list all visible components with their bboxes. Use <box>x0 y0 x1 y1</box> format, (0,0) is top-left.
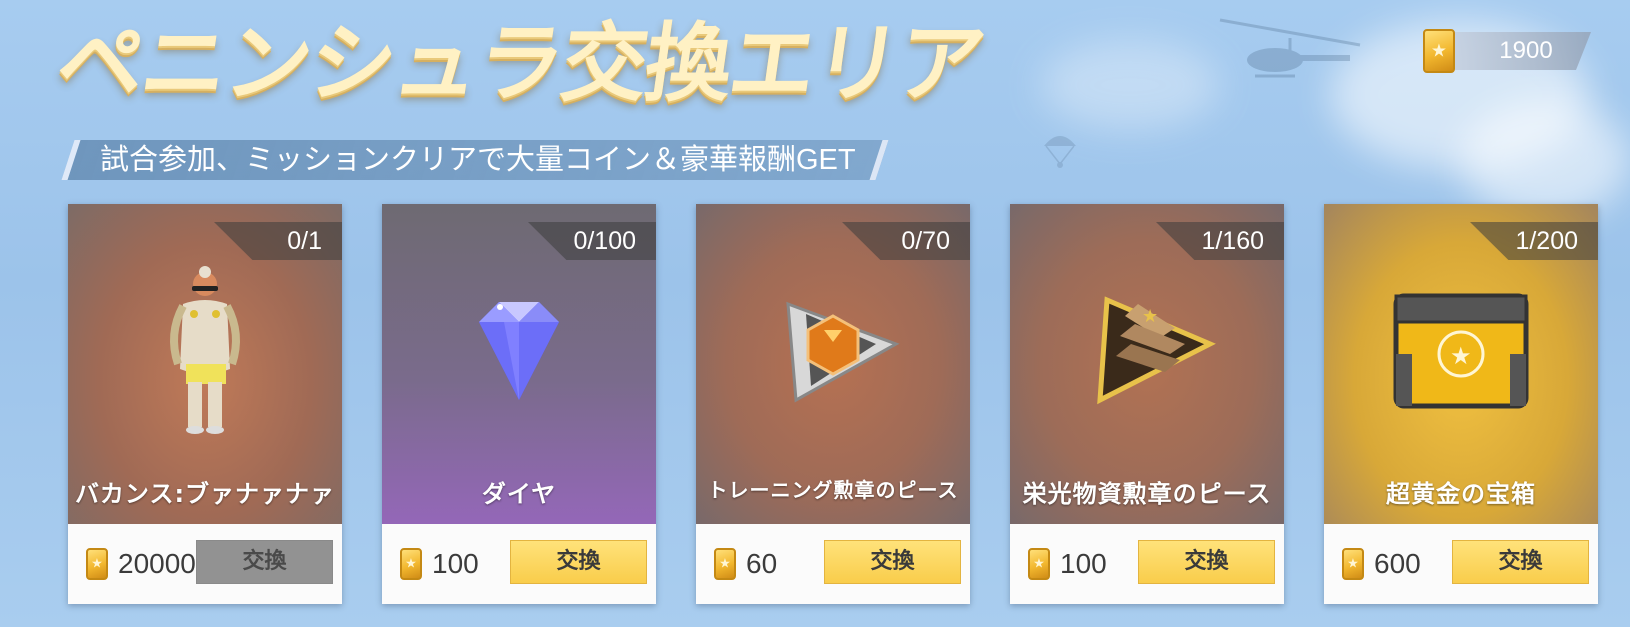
exchange-button[interactable]: 交換 <box>1138 540 1275 584</box>
page-title: ペニンシュラ交換エリア <box>50 14 990 114</box>
subtitle-text: 試合参加、ミッションクリアで大量コイン＆豪華報酬GET <box>100 144 856 176</box>
item-name: ダイヤ <box>481 480 557 508</box>
exchange-button[interactable]: 交換 <box>196 540 333 584</box>
item-price: 60 <box>746 548 778 579</box>
svg-text:★: ★ <box>1142 306 1158 327</box>
card-footer: 100 交換 <box>1010 524 1284 604</box>
card-footer: 60 交換 <box>696 524 970 604</box>
item-name: トレーニング勲章のピース <box>707 478 959 502</box>
exchange-card: 0/70 トレーニング勲章のピース 60 交換 <box>696 204 970 604</box>
currency-amount: 1900 <box>1499 37 1553 64</box>
card-footer: 20000 交換 <box>68 524 342 604</box>
svg-text:★: ★ <box>1450 342 1472 370</box>
item-price: 100 <box>1060 548 1107 579</box>
exchange-card: ★ 1/200 超黄金の宝箱 600 交換 <box>1324 204 1598 604</box>
subtitle-banner: 試合参加、ミッションクリアで大量コイン＆豪華報酬GET <box>61 140 889 180</box>
parachute-icon <box>1044 136 1076 168</box>
exchange-button[interactable]: 交換 <box>510 540 647 584</box>
card-footer: 600 交換 <box>1324 524 1598 604</box>
exchange-button[interactable]: 交換 <box>824 540 961 584</box>
item-price: 600 <box>1374 548 1421 579</box>
currency-display: 1900 <box>1423 29 1595 73</box>
helicopter-icon <box>1219 18 1361 78</box>
card-footer: 100 交換 <box>382 524 656 604</box>
cloud-decoration <box>1460 100 1630 220</box>
token-coin-icon <box>1423 29 1455 73</box>
exchange-card: ★ 1/160 栄光物資勲章のピース 100 交換 <box>1010 204 1284 604</box>
token-coin-icon <box>86 548 108 580</box>
token-coin-icon <box>714 548 736 580</box>
token-coin-icon <box>400 548 422 580</box>
token-coin-icon <box>1028 548 1050 580</box>
item-name: バカンス:ブァナァナァ <box>74 480 336 508</box>
exchange-card: 0/100 ダイヤ 100 交換 <box>382 204 656 604</box>
cloud-decoration <box>1040 40 1220 130</box>
token-coin-icon <box>1342 548 1364 580</box>
exchange-button[interactable]: 交換 <box>1452 540 1589 584</box>
item-name: 栄光物資勲章のピース <box>1022 480 1272 508</box>
item-name: 超黄金の宝箱 <box>1386 480 1536 508</box>
exchange-card: 0/1 バカンス:ブァナァナァ 20000 交換 <box>68 204 342 604</box>
item-price: 100 <box>432 548 479 579</box>
item-price: 20000 <box>118 548 196 579</box>
